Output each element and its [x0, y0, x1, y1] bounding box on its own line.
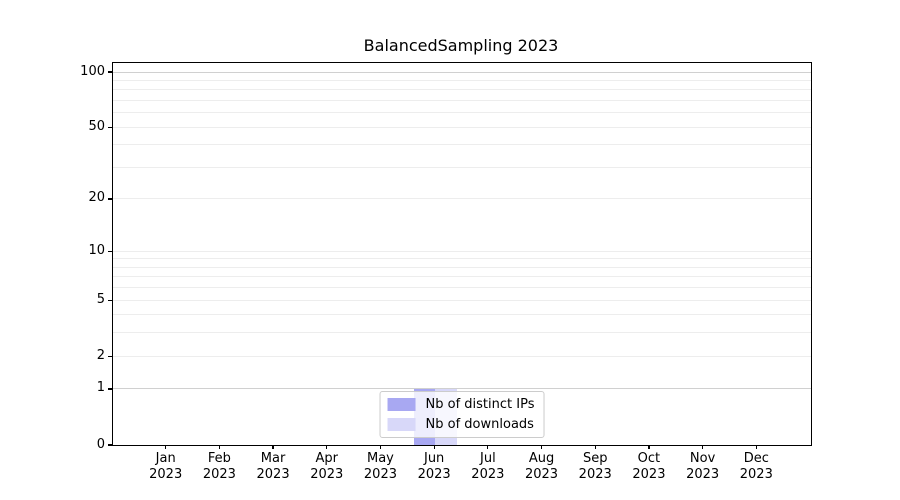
y-tick-label: 20	[88, 190, 105, 206]
gridline	[113, 388, 811, 390]
x-tick-mark	[326, 444, 328, 449]
x-tick-mark	[648, 444, 650, 449]
y-tick-label: 2	[96, 347, 105, 363]
y-tick-label: 10	[88, 242, 105, 258]
gridline	[113, 198, 811, 200]
y-tick-mark	[107, 126, 112, 128]
plot-area: Nb of distinct IPs Nb of downloads	[107, 62, 812, 446]
legend-swatch-distinct-ips-icon	[387, 398, 416, 411]
x-tick-mark	[540, 444, 543, 449]
y-tick-mark	[107, 444, 112, 446]
x-tick-mark	[379, 444, 382, 449]
y-tick-mark	[107, 198, 112, 200]
y-tick-mark	[107, 355, 112, 357]
legend-swatch-downloads-icon	[387, 418, 416, 431]
x-tick-mark	[594, 444, 596, 449]
gridline	[113, 355, 811, 357]
y-tick-label: 1	[96, 380, 105, 396]
legend-label-downloads: Nb of downloads	[425, 417, 534, 432]
legend-item-distinct-ips: Nb of distinct IPs	[387, 397, 535, 412]
gridline	[113, 126, 811, 128]
x-tick-mark	[433, 444, 435, 449]
gridline	[113, 287, 811, 289]
x-tick-mark	[755, 444, 757, 449]
y-tick-mark	[107, 250, 112, 252]
x-tick-mark	[218, 444, 220, 449]
x-tick-mark	[702, 444, 704, 449]
gridline	[113, 167, 811, 168]
x-tick-mark	[487, 444, 489, 449]
legend-item-downloads: Nb of downloads	[387, 417, 535, 432]
legend: Nb of distinct IPs Nb of downloads	[379, 391, 545, 438]
gridline	[113, 276, 811, 278]
gridline	[113, 112, 811, 114]
gridline	[113, 266, 811, 268]
y-tick-label: 50	[88, 118, 105, 134]
chart-title: BalancedSampling 2023	[363, 36, 559, 55]
x-tick-label-dec: Dec 2023	[739, 451, 773, 482]
gridline	[113, 89, 811, 91]
gridline	[113, 100, 811, 102]
gridline	[113, 299, 811, 301]
figure: BalancedSampling 2023 Nb of distinct IPs…	[0, 0, 900, 500]
y-tick-label: 5	[96, 291, 105, 307]
gridline	[113, 71, 811, 73]
x-tick-mark	[165, 444, 167, 449]
gridline	[113, 314, 811, 316]
y-tick-label: 100	[80, 63, 105, 79]
gridline	[113, 144, 811, 146]
y-tick-mark	[107, 299, 112, 301]
legend-label-distinct-ips: Nb of distinct IPs	[425, 397, 535, 412]
y-tick-mark	[107, 388, 112, 390]
x-tick-mark	[272, 444, 274, 449]
gridline	[113, 250, 811, 252]
gridline	[113, 258, 811, 260]
y-tick-label: 0	[96, 436, 105, 452]
gridline	[113, 332, 811, 334]
y-tick-mark	[107, 71, 112, 73]
gridline	[113, 79, 811, 81]
